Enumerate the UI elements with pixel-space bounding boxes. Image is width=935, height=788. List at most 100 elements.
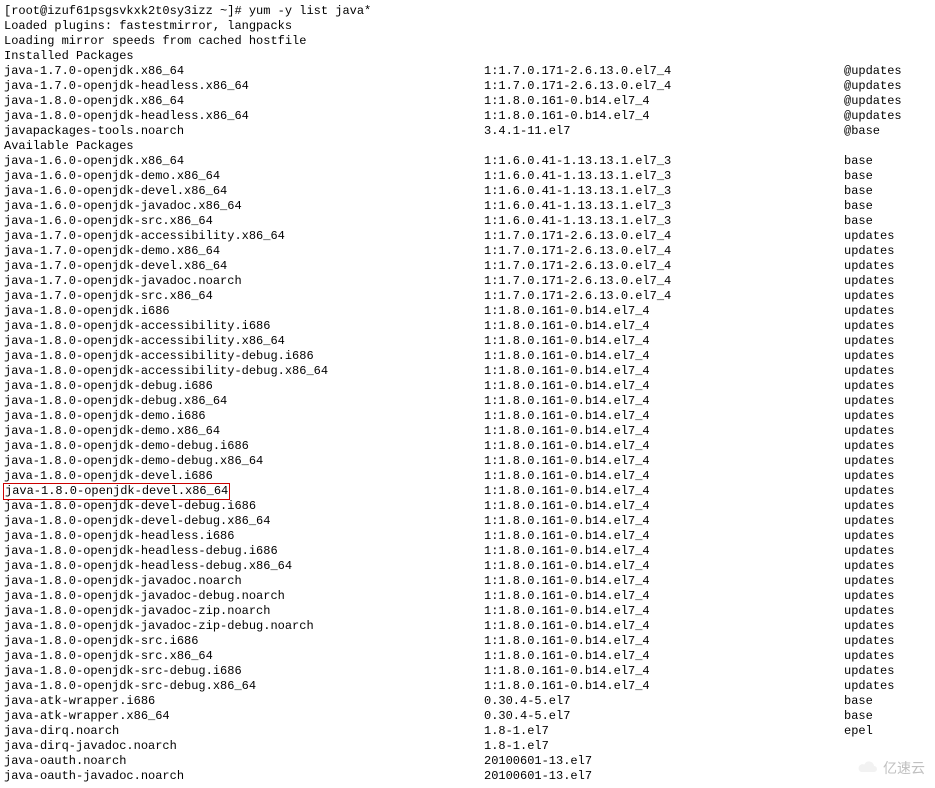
package-name: java-1.8.0-openjdk-javadoc.noarch: [4, 574, 484, 589]
available-package-row: java-1.7.0-openjdk-javadoc.noarch1:1.7.0…: [4, 274, 931, 289]
package-repo: updates: [844, 679, 894, 694]
watermark-text: 亿速云: [883, 758, 925, 778]
package-version: 1:1.8.0.161-0.b14.el7_4: [484, 499, 844, 514]
package-repo: updates: [844, 454, 894, 469]
package-name: java-atk-wrapper.i686: [4, 694, 484, 709]
package-version: 1:1.8.0.161-0.b14.el7_4: [484, 469, 844, 484]
available-package-row: java-1.8.0-openjdk-demo-debug.i6861:1.8.…: [4, 439, 931, 454]
available-package-row: java-1.8.0-openjdk-src.i6861:1.8.0.161-0…: [4, 634, 931, 649]
package-repo: updates: [844, 289, 894, 304]
package-repo: base: [844, 169, 873, 184]
package-version: 1:1.8.0.161-0.b14.el7_4: [484, 679, 844, 694]
available-package-row: java-1.8.0-openjdk-accessibility-debug.x…: [4, 364, 931, 379]
package-name: java-1.7.0-openjdk-headless.x86_64: [4, 79, 484, 94]
package-version: 1:1.7.0.171-2.6.13.0.el7_4: [484, 229, 844, 244]
package-repo: updates: [844, 349, 894, 364]
package-repo: base: [844, 709, 873, 724]
package-version: 20100601-13.el7: [484, 754, 844, 769]
package-name: java-1.8.0-openjdk-demo-debug.x86_64: [4, 454, 484, 469]
package-name: java-1.8.0-openjdk-javadoc-debug.noarch: [4, 589, 484, 604]
package-name: java-1.8.0-openjdk-devel-debug.x86_64: [4, 514, 484, 529]
package-repo: updates: [844, 559, 894, 574]
package-repo: @updates: [844, 64, 902, 79]
package-name: java-1.7.0-openjdk-accessibility.x86_64: [4, 229, 484, 244]
package-name: java-1.8.0-openjdk-accessibility.i686: [4, 319, 484, 334]
package-repo: base: [844, 694, 873, 709]
package-name: java-1.8.0-openjdk-headless-debug.i686: [4, 544, 484, 559]
available-package-row: java-1.8.0-openjdk-javadoc.noarch1:1.8.0…: [4, 574, 931, 589]
package-repo: updates: [844, 259, 894, 274]
available-package-row: java-atk-wrapper.x86_640.30.4-5.el7base: [4, 709, 931, 724]
package-name: java-1.6.0-openjdk-devel.x86_64: [4, 184, 484, 199]
available-package-row: java-1.8.0-openjdk-headless.i6861:1.8.0.…: [4, 529, 931, 544]
package-name: java-dirq.noarch: [4, 724, 484, 739]
package-version: 1:1.8.0.161-0.b14.el7_4: [484, 559, 844, 574]
package-repo: updates: [844, 634, 894, 649]
package-repo: base: [844, 214, 873, 229]
package-name: java-1.8.0-openjdk-accessibility-debug.i…: [4, 349, 484, 364]
package-version: 1:1.8.0.161-0.b14.el7_4: [484, 334, 844, 349]
package-version: 1:1.7.0.171-2.6.13.0.el7_4: [484, 64, 844, 79]
package-version: 0.30.4-5.el7: [484, 709, 844, 724]
package-version: 1:1.6.0.41-1.13.13.1.el7_3: [484, 199, 844, 214]
package-repo: epel: [844, 724, 873, 739]
package-name: java-1.8.0-openjdk-headless-debug.x86_64: [4, 559, 484, 574]
package-name: java-1.6.0-openjdk.x86_64: [4, 154, 484, 169]
package-repo: updates: [844, 574, 894, 589]
package-repo: updates: [844, 589, 894, 604]
package-repo: updates: [844, 649, 894, 664]
package-name: java-1.8.0-openjdk-accessibility-debug.x…: [4, 364, 484, 379]
available-package-row: java-1.8.0-openjdk-devel-debug.x86_641:1…: [4, 514, 931, 529]
package-name: java-1.8.0-openjdk-debug.x86_64: [4, 394, 484, 409]
package-repo: updates: [844, 304, 894, 319]
package-version: 1:1.6.0.41-1.13.13.1.el7_3: [484, 154, 844, 169]
package-repo: updates: [844, 439, 894, 454]
package-repo: updates: [844, 424, 894, 439]
package-name: java-1.6.0-openjdk-javadoc.x86_64: [4, 199, 484, 214]
package-name: java-1.8.0-openjdk-src-debug.x86_64: [4, 679, 484, 694]
available-package-row: java-1.6.0-openjdk-devel.x86_641:1.6.0.4…: [4, 184, 931, 199]
package-repo: updates: [844, 409, 894, 424]
package-name: java-1.8.0-openjdk-javadoc-zip.noarch: [4, 604, 484, 619]
package-repo: updates: [844, 274, 894, 289]
available-package-row: java-1.8.0-openjdk.i6861:1.8.0.161-0.b14…: [4, 304, 931, 319]
package-version: 1:1.8.0.161-0.b14.el7_4: [484, 514, 844, 529]
package-version: 1:1.7.0.171-2.6.13.0.el7_4: [484, 244, 844, 259]
package-version: 1:1.6.0.41-1.13.13.1.el7_3: [484, 169, 844, 184]
available-package-row: java-1.8.0-openjdk-accessibility.i6861:1…: [4, 319, 931, 334]
package-name: java-1.8.0-openjdk-debug.i686: [4, 379, 484, 394]
package-version: 1:1.8.0.161-0.b14.el7_4: [484, 589, 844, 604]
available-package-row: java-1.8.0-openjdk-debug.i6861:1.8.0.161…: [4, 379, 931, 394]
package-version: 1:1.7.0.171-2.6.13.0.el7_4: [484, 259, 844, 274]
available-package-row: java-1.8.0-openjdk-headless-debug.i6861:…: [4, 544, 931, 559]
package-version: 1:1.8.0.161-0.b14.el7_4: [484, 529, 844, 544]
installed-package-row: java-1.7.0-openjdk.x86_641:1.7.0.171-2.6…: [4, 64, 931, 79]
package-repo: updates: [844, 529, 894, 544]
package-repo: base: [844, 184, 873, 199]
shell-prompt-line: [root@izuf61psgsvkxk2t0sy3izz ~]# yum -y…: [4, 4, 931, 19]
package-name: java-oauth.noarch: [4, 754, 484, 769]
package-name: java-1.6.0-openjdk-src.x86_64: [4, 214, 484, 229]
available-package-row: java-1.8.0-openjdk-debug.x86_641:1.8.0.1…: [4, 394, 931, 409]
package-version: 1:1.8.0.161-0.b14.el7_4: [484, 544, 844, 559]
package-name: java-1.8.0-openjdk.i686: [4, 304, 484, 319]
package-version: 1:1.8.0.161-0.b14.el7_4: [484, 454, 844, 469]
available-package-row: java-1.8.0-openjdk-devel.i6861:1.8.0.161…: [4, 469, 931, 484]
package-name: java-1.7.0-openjdk-demo.x86_64: [4, 244, 484, 259]
package-repo: updates: [844, 469, 894, 484]
package-version: 1:1.8.0.161-0.b14.el7_4: [484, 364, 844, 379]
package-version: 1:1.7.0.171-2.6.13.0.el7_4: [484, 289, 844, 304]
available-package-row: java-1.8.0-openjdk-javadoc-zip.noarch1:1…: [4, 604, 931, 619]
package-name: java-1.8.0-openjdk-demo-debug.i686: [4, 439, 484, 454]
installed-package-row: java-1.7.0-openjdk-headless.x86_641:1.7.…: [4, 79, 931, 94]
available-package-row: java-1.7.0-openjdk-accessibility.x86_641…: [4, 229, 931, 244]
package-name: java-atk-wrapper.x86_64: [4, 709, 484, 724]
package-version: 1:1.8.0.161-0.b14.el7_4: [484, 394, 844, 409]
package-repo: updates: [844, 394, 894, 409]
package-name: java-1.8.0-openjdk-headless.x86_64: [4, 109, 484, 124]
package-repo: updates: [844, 484, 894, 499]
package-name: java-1.8.0-openjdk-src.i686: [4, 634, 484, 649]
package-version: 1.8-1.el7: [484, 739, 844, 754]
loading-mirror-line: Loading mirror speeds from cached hostfi…: [4, 34, 931, 49]
package-version: 1:1.8.0.161-0.b14.el7_4: [484, 304, 844, 319]
